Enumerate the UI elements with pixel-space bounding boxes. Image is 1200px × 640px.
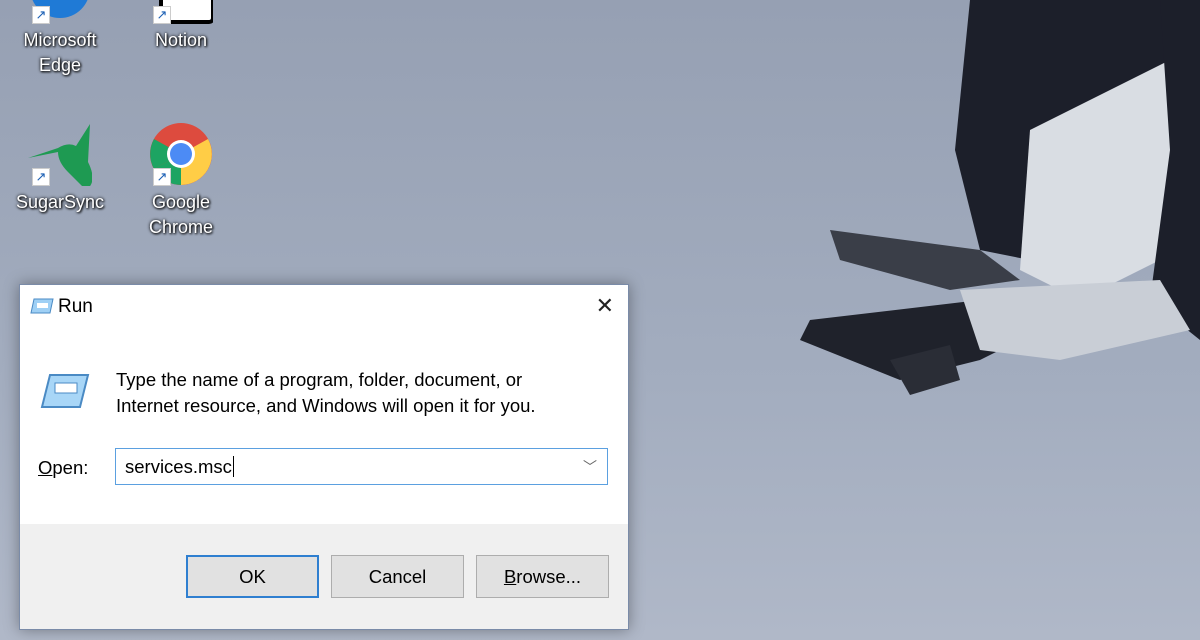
desktop-icon-edge[interactable]: ↗ Microsoft Edge [10, 0, 110, 78]
sugarsync-icon: ↗ [28, 122, 93, 190]
chevron-down-icon[interactable]: ﹀ [583, 457, 597, 477]
dialog-description: Type the name of a program, folder, docu… [116, 367, 536, 419]
shortcut-arrow-icon: ↗ [32, 168, 50, 186]
desktop-icon-notion[interactable]: N↗ Notion [131, 0, 231, 53]
edge-icon: ↗ [28, 0, 92, 24]
open-label: Open: [38, 457, 88, 479]
close-button[interactable]: ✕ [596, 293, 614, 319]
browse-button[interactable]: Browse... [476, 555, 609, 598]
text-cursor [232, 456, 234, 477]
description-line: Internet resource, and Windows will open… [116, 395, 536, 416]
notion-icon: N↗ [149, 0, 215, 24]
button-text: rowse... [516, 566, 582, 587]
svg-text:N: N [174, 0, 200, 2]
desktop-icon-chrome[interactable]: ↗ Google Chrome [131, 122, 231, 240]
access-key: O [38, 457, 53, 478]
run-large-icon [40, 374, 90, 408]
ok-button[interactable]: OK [186, 555, 319, 598]
shortcut-arrow-icon: ↗ [153, 6, 171, 24]
wallpaper-bird [800, 0, 1200, 395]
icon-label: SugarSync [15, 192, 105, 212]
icon-label: Chrome [148, 217, 214, 237]
icon-label: Edge [38, 55, 82, 75]
open-input-value[interactable]: services.msc [125, 456, 232, 477]
shortcut-arrow-icon: ↗ [32, 6, 50, 24]
chrome-icon: ↗ [149, 122, 213, 186]
title-bar[interactable]: Run ✕ [20, 285, 628, 329]
desktop-icon-sugarsync[interactable]: ↗ SugarSync [10, 122, 110, 215]
access-key: B [503, 566, 517, 587]
icon-label: Microsoft [23, 30, 97, 50]
label-text: pen: [52, 457, 89, 478]
dialog-title: Run [58, 296, 93, 317]
dialog-footer: OK Cancel Browse... [20, 524, 628, 629]
run-app-icon [30, 298, 54, 314]
shortcut-arrow-icon: ↗ [153, 168, 171, 186]
description-line: Type the name of a program, folder, docu… [116, 369, 523, 390]
run-dialog: Run ✕ Type the name of a program, folder… [19, 284, 629, 630]
icon-label: Google [151, 192, 211, 212]
cancel-button[interactable]: Cancel [331, 555, 464, 598]
open-combobox[interactable]: services.msc ﹀ [115, 448, 608, 485]
icon-label: Notion [154, 30, 208, 50]
